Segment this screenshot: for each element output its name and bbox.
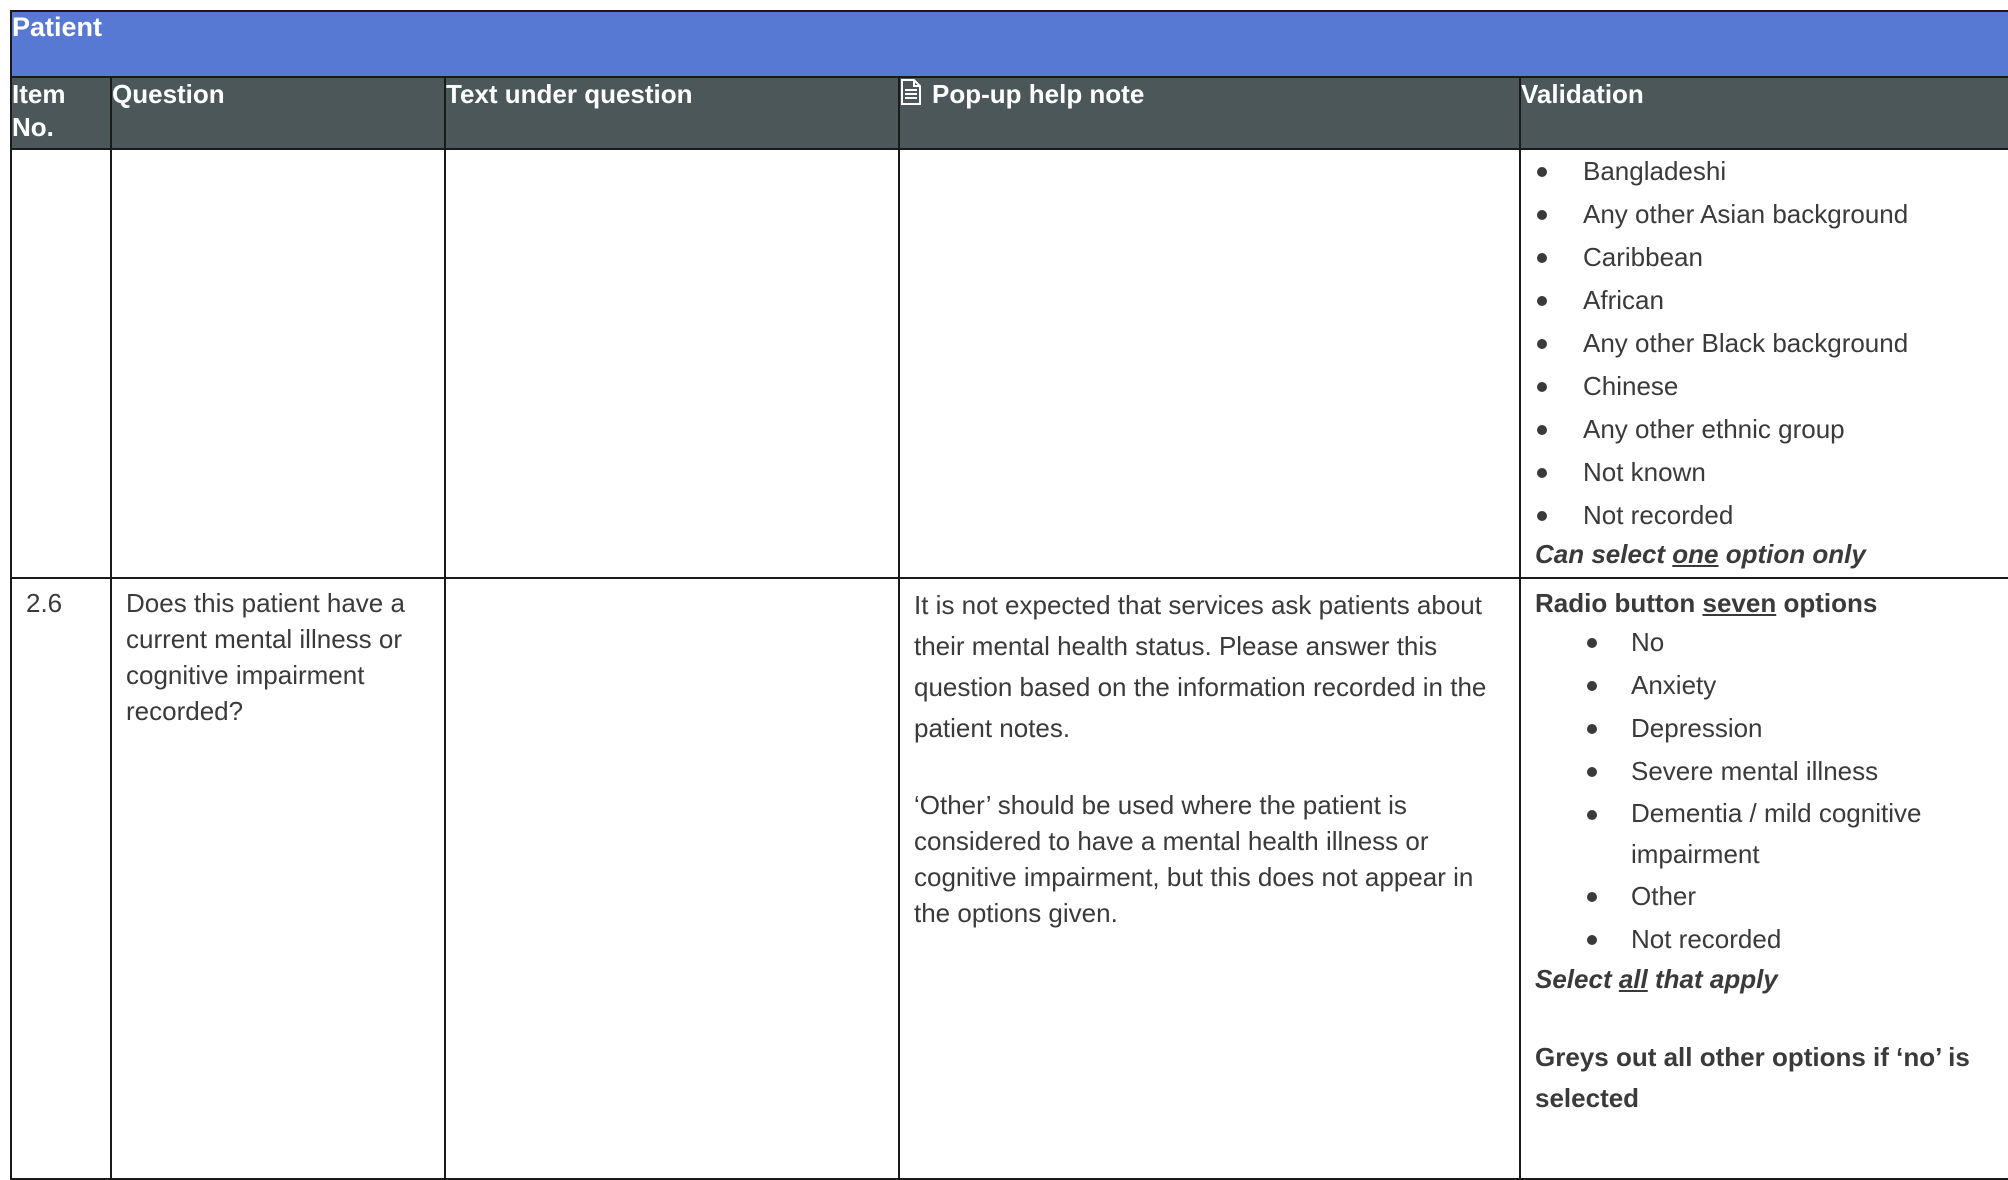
- bullet-icon: [1587, 724, 1597, 734]
- bullet-icon: [1537, 511, 1547, 521]
- mental-health-options-list: No Anxiety Depression Severe mental illn…: [1535, 621, 2008, 961]
- bullet-icon: [1537, 339, 1547, 349]
- list-item: Dementia / mild cognitive impairment: [1535, 793, 2008, 875]
- bullet-icon: [1587, 810, 1597, 820]
- row2-validation: Radio button seven options No Anxiety De…: [1519, 577, 2008, 1180]
- select-all-note: Select all that apply: [1535, 964, 1778, 994]
- spec-table: Patient Item No. Question Text under ques…: [10, 10, 2008, 1180]
- help-note: It is not expected that services ask pat…: [900, 579, 1519, 937]
- bullet-icon: [1537, 468, 1547, 478]
- bullet-icon: [1537, 296, 1547, 306]
- bullet-icon: [1537, 210, 1547, 220]
- row2-question: Does this patient have a current mental …: [110, 577, 446, 1180]
- row1-question: [110, 148, 446, 579]
- row2-item-no: 2.6: [10, 577, 112, 1180]
- document-icon: [900, 78, 922, 114]
- header-item-no: Item No.: [10, 76, 112, 150]
- list-item: Chinese: [1535, 365, 2008, 408]
- bullet-icon: [1587, 638, 1597, 648]
- radio-button-heading: Radio button seven options: [1535, 588, 1878, 618]
- ethnicity-options-list: Bangladeshi Any other Asian background C…: [1535, 150, 2008, 537]
- row2-text-under: [444, 577, 900, 1180]
- header-row: Item No. Question Text under question Pop…: [10, 76, 2008, 150]
- header-text-under: Text under question: [444, 76, 900, 150]
- select-one-note: Can select one option only: [1535, 539, 1866, 569]
- list-item: Other: [1535, 875, 2008, 918]
- list-item: Anxiety: [1535, 664, 2008, 707]
- table-row-ethnicity-cont: Bangladeshi Any other Asian background C…: [10, 148, 2008, 579]
- greys-out-note: Greys out all other options if ‘no’ is s…: [1535, 1042, 1970, 1113]
- bullet-icon: [1587, 892, 1597, 902]
- list-item: Severe mental illness: [1535, 750, 2008, 793]
- list-item: Any other ethnic group: [1535, 408, 2008, 451]
- header-item-no-line2: No.: [12, 112, 54, 142]
- list-item: African: [1535, 279, 2008, 322]
- bullet-icon: [1587, 681, 1597, 691]
- list-item: No: [1535, 621, 2008, 664]
- row1-text-under: [444, 148, 900, 579]
- row1-validation: Bangladeshi Any other Asian background C…: [1519, 148, 2008, 579]
- header-popup: Pop-up help note: [898, 76, 1521, 150]
- header-question: Question: [110, 76, 446, 150]
- bullet-icon: [1587, 935, 1597, 945]
- bullet-icon: [1587, 767, 1597, 777]
- row1-popup: [898, 148, 1521, 579]
- help-paragraph-2: ‘Other’ should be used where the patient…: [914, 790, 1474, 928]
- bullet-icon: [1537, 253, 1547, 263]
- list-item: Caribbean: [1535, 236, 2008, 279]
- row2-popup: It is not expected that services ask pat…: [898, 577, 1521, 1180]
- list-item: Bangladeshi: [1535, 150, 2008, 193]
- bullet-icon: [1537, 425, 1547, 435]
- list-item: Not recorded: [1535, 918, 2008, 961]
- list-item: Depression: [1535, 707, 2008, 750]
- section-title-row: Patient: [10, 10, 2008, 78]
- header-item-no-line1: Item: [12, 79, 66, 109]
- help-paragraph-1: It is not expected that services ask pat…: [914, 590, 1487, 743]
- header-validation: Validation: [1519, 76, 2008, 150]
- list-item: Not recorded: [1535, 494, 2008, 537]
- list-item: Not known: [1535, 451, 2008, 494]
- table-row-2-6: 2.6 Does this patient have a current men…: [10, 577, 2008, 1180]
- list-item: Any other Asian background: [1535, 193, 2008, 236]
- list-item: Any other Black background: [1535, 322, 2008, 365]
- bullet-icon: [1537, 382, 1547, 392]
- row1-item-no: [10, 148, 112, 579]
- section-title: Patient: [10, 10, 2008, 78]
- bullet-icon: [1537, 167, 1547, 177]
- header-popup-label: Pop-up help note: [932, 79, 1145, 109]
